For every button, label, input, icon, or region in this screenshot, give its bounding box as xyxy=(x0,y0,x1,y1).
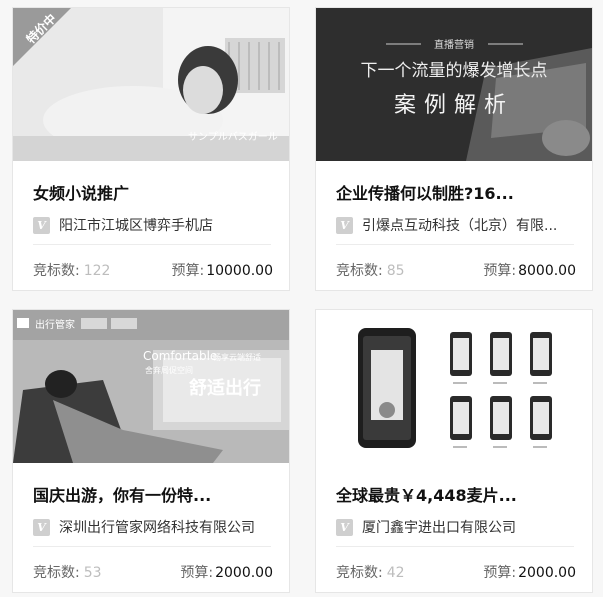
bid-count-value: 122 xyxy=(83,263,111,279)
budget: 预算: 2000.00 xyxy=(483,562,576,582)
budget-label: 预算: xyxy=(180,565,214,581)
card-title[interactable]: 全球最贵￥4,448麦片... xyxy=(336,482,576,506)
verified-badge-icon: V xyxy=(336,216,353,234)
bid-count-value: 42 xyxy=(386,565,405,581)
card-thumbnail[interactable] xyxy=(316,310,592,463)
company-row: V 阳江市江城区博弈手机店 xyxy=(33,214,279,236)
budget-value: 8000.00 xyxy=(518,263,576,279)
image-kicker: 直播营销 xyxy=(434,38,474,51)
bid-count-value: 53 xyxy=(83,565,102,581)
image-headline: 舒适出行 xyxy=(189,377,261,399)
budget-label: 预算: xyxy=(171,263,205,279)
verified-badge-icon: V xyxy=(33,216,50,234)
bid-count: 竞标数: 42 xyxy=(336,562,405,582)
card-thumbnail[interactable]: サンプルバスガール 特价中 xyxy=(13,8,289,161)
divider xyxy=(336,546,574,547)
bid-count: 竞标数: 85 xyxy=(336,260,405,280)
budget-value: 2000.00 xyxy=(215,565,273,581)
card-thumbnail[interactable]: 直播营销 下一个流量的爆发增长点 案例解析 xyxy=(316,8,592,161)
company-name[interactable]: 深圳出行管家网络科技有限公司 xyxy=(59,517,255,537)
bid-count-label: 竞标数: xyxy=(336,263,383,279)
bid-count-value: 85 xyxy=(386,263,405,279)
divider xyxy=(336,244,574,245)
image-caption: サンプルバスガール xyxy=(188,131,278,143)
company-name[interactable]: 厦门鑫宇进出口有限公司 xyxy=(362,517,516,537)
company-row: V 深圳出行管家网络科技有限公司 xyxy=(33,516,279,538)
image-headline: 下一个流量的爆发增长点 xyxy=(361,61,548,81)
bid-count-label: 竞标数: xyxy=(33,263,80,279)
divider xyxy=(33,546,271,547)
image-subtitle: 舍弃局促空间 xyxy=(145,365,193,375)
company-row: V 引爆点互动科技（北京）有限... xyxy=(336,214,582,236)
budget-value: 2000.00 xyxy=(518,565,576,581)
card-thumbnail[interactable]: 出行管家 Comfortable 畅享云端舒适 舍弃局促空间 舒适出行 xyxy=(13,310,289,463)
campaign-card[interactable]: 直播营销 下一个流量的爆发增长点 案例解析 企业传播何以制胜?16... V 引… xyxy=(315,7,593,291)
budget-value: 10000.00 xyxy=(206,263,273,279)
budget: 预算: 2000.00 xyxy=(180,562,273,582)
budget-label: 预算: xyxy=(483,565,517,581)
image-subtitle: 畅享云端舒适 xyxy=(213,352,261,362)
budget-label: 预算: xyxy=(483,263,517,279)
verified-badge-icon: V xyxy=(336,518,353,536)
campaign-card[interactable]: サンプルバスガール 特价中 女频小说推广 V 阳江市江城区博弈手机店 竞标数: 1… xyxy=(12,7,290,291)
image-subheadline: 案例解析 xyxy=(394,93,514,118)
image-english: Comfortable xyxy=(143,349,217,363)
campaign-card[interactable]: 全球最贵￥4,448麦片... V 厦门鑫宇进出口有限公司 竞标数: 42 预算:… xyxy=(315,309,593,593)
divider xyxy=(33,244,271,245)
bid-count-label: 竞标数: xyxy=(336,565,383,581)
card-title[interactable]: 国庆出游，你有一份特... xyxy=(33,482,273,506)
verified-badge-icon: V xyxy=(33,518,50,536)
company-row: V 厦门鑫宇进出口有限公司 xyxy=(336,516,582,538)
card-title[interactable]: 企业传播何以制胜?16... xyxy=(336,180,576,204)
card-title[interactable]: 女频小说推广 xyxy=(33,180,273,204)
company-name[interactable]: 引爆点互动科技（北京）有限... xyxy=(362,215,557,235)
budget: 预算: 8000.00 xyxy=(483,260,576,280)
budget: 预算: 10000.00 xyxy=(171,260,273,280)
brand-logo: 出行管家 xyxy=(35,318,75,331)
company-name[interactable]: 阳江市江城区博弈手机店 xyxy=(59,215,213,235)
campaign-card[interactable]: 出行管家 Comfortable 畅享云端舒适 舍弃局促空间 舒适出行 国庆出游… xyxy=(12,309,290,593)
bid-count-label: 竞标数: xyxy=(33,565,80,581)
bid-count: 竞标数: 122 xyxy=(33,260,110,280)
bid-count: 竞标数: 53 xyxy=(33,562,102,582)
